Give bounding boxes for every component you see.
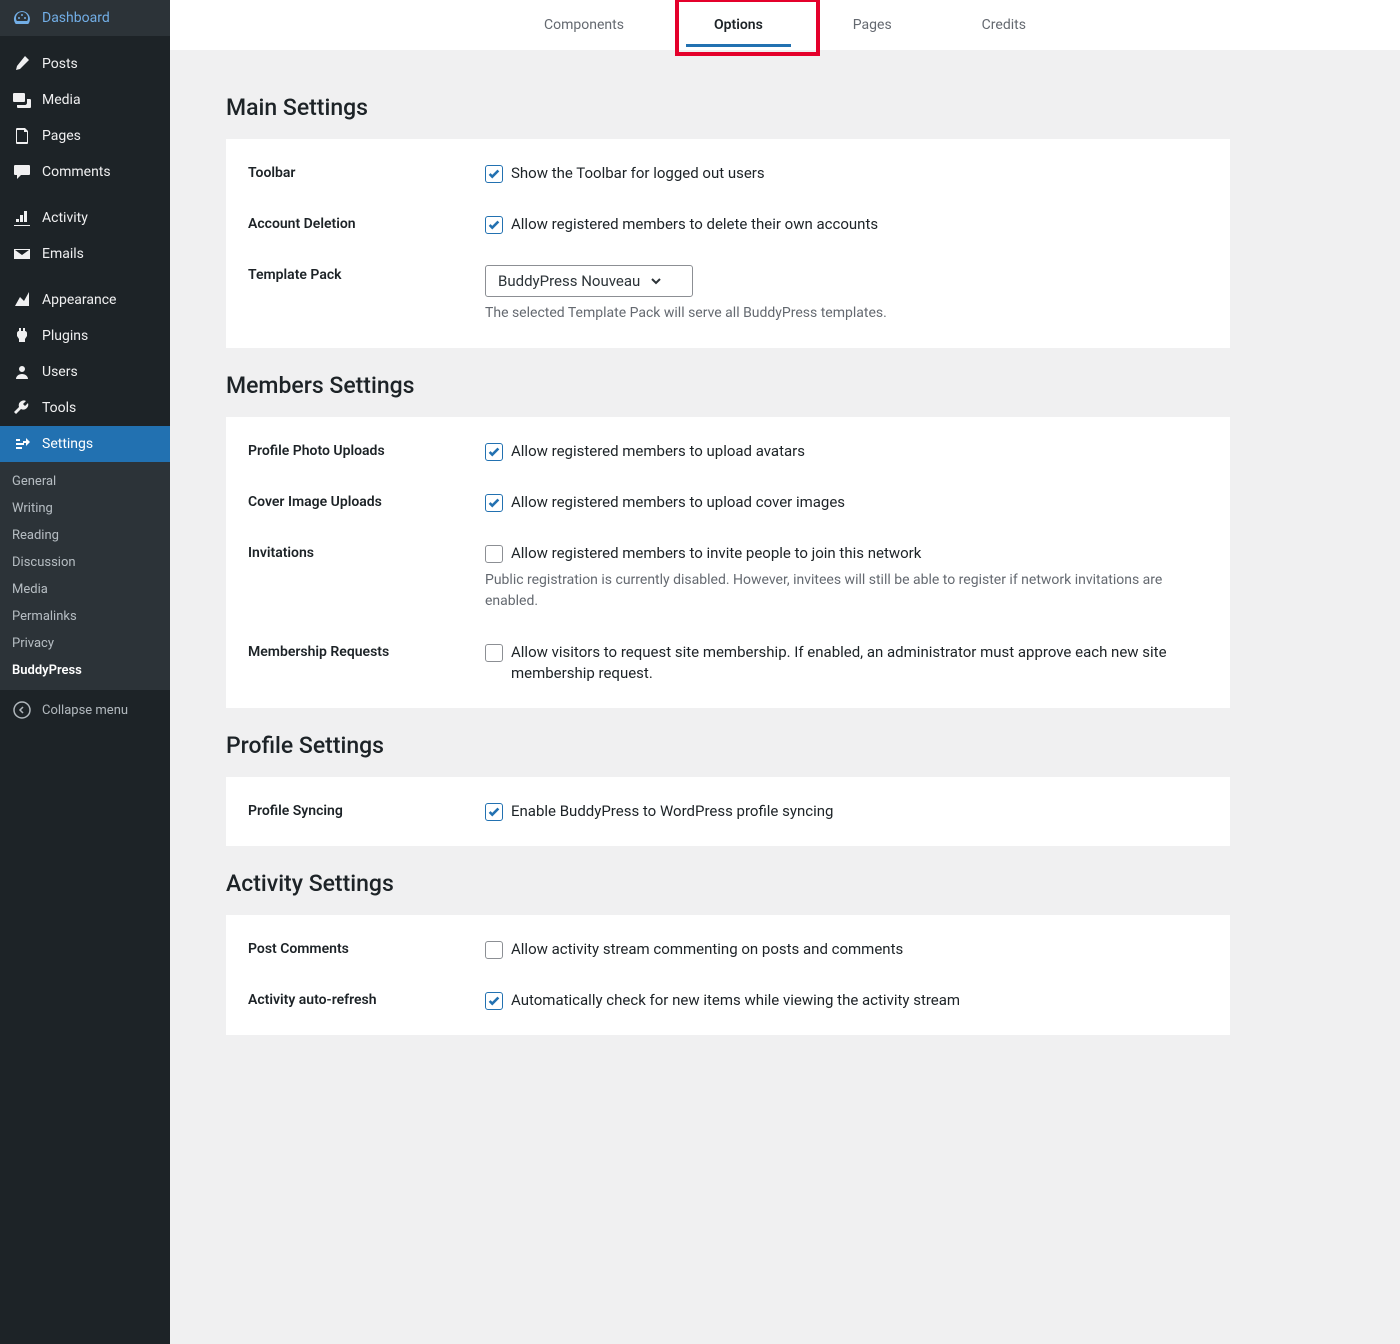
template-pack-selected: BuddyPress Nouveau bbox=[498, 272, 640, 290]
tab-pages[interactable]: Pages bbox=[853, 5, 892, 45]
tools-icon bbox=[12, 398, 32, 418]
profile-settings-card: Profile Syncing Enable BuddyPress to Wor… bbox=[226, 777, 1230, 846]
activity-icon bbox=[12, 208, 32, 228]
sub-item-media[interactable]: Media bbox=[0, 576, 170, 603]
invitations-desc: Public registration is currently disable… bbox=[485, 570, 1208, 612]
invitations-label: Invitations bbox=[248, 543, 485, 561]
main-content: Components Options Pages Credits Main Se… bbox=[170, 0, 1400, 1344]
members-settings-title: Members Settings bbox=[226, 372, 1230, 399]
membership-checkbox[interactable] bbox=[485, 644, 503, 662]
main-settings-card: Toolbar Show the Toolbar for logged out … bbox=[226, 139, 1230, 348]
sidebar-label: Media bbox=[42, 92, 81, 108]
membership-label: Membership Requests bbox=[248, 642, 485, 660]
account-deletion-label: Account Deletion bbox=[248, 214, 485, 232]
sidebar-item-comments[interactable]: Comments bbox=[0, 154, 170, 190]
post-comments-text: Allow activity stream commenting on post… bbox=[511, 939, 903, 960]
sub-item-general[interactable]: General bbox=[0, 468, 170, 495]
sub-item-buddypress[interactable]: BuddyPress bbox=[0, 657, 170, 684]
toolbar-label: Toolbar bbox=[248, 163, 485, 181]
template-pack-select[interactable]: BuddyPress Nouveau bbox=[485, 265, 693, 297]
sidebar-label: Dashboard bbox=[42, 10, 110, 26]
sub-item-permalinks[interactable]: Permalinks bbox=[0, 603, 170, 630]
sidebar-item-settings[interactable]: Settings bbox=[0, 426, 170, 462]
account-deletion-checkbox[interactable] bbox=[485, 216, 503, 234]
auto-refresh-text: Automatically check for new items while … bbox=[511, 990, 960, 1011]
toolbar-text: Show the Toolbar for logged out users bbox=[511, 163, 765, 184]
sidebar-label: Pages bbox=[42, 128, 81, 144]
sidebar-item-pages[interactable]: Pages bbox=[0, 118, 170, 154]
members-settings-card: Profile Photo Uploads Allow registered m… bbox=[226, 417, 1230, 708]
collapse-label: Collapse menu bbox=[42, 703, 128, 718]
template-pack-label: Template Pack bbox=[248, 265, 485, 283]
sidebar-item-appearance[interactable]: Appearance bbox=[0, 282, 170, 318]
users-icon bbox=[12, 362, 32, 382]
sidebar-label: Comments bbox=[42, 164, 111, 180]
profile-photo-text: Allow registered members to upload avata… bbox=[511, 441, 805, 462]
sidebar-label: Plugins bbox=[42, 328, 88, 344]
tab-credits[interactable]: Credits bbox=[982, 5, 1026, 45]
admin-sidebar: Dashboard Posts Media Pages Comments bbox=[0, 0, 170, 1344]
appearance-icon bbox=[12, 290, 32, 310]
activity-settings-title: Activity Settings bbox=[226, 870, 1230, 897]
sidebar-label: Settings bbox=[42, 436, 93, 452]
plugins-icon bbox=[12, 326, 32, 346]
main-settings-title: Main Settings bbox=[226, 94, 1230, 121]
sub-item-discussion[interactable]: Discussion bbox=[0, 549, 170, 576]
cover-image-checkbox[interactable] bbox=[485, 494, 503, 512]
tab-components[interactable]: Components bbox=[544, 5, 624, 45]
profile-syncing-checkbox[interactable] bbox=[485, 803, 503, 821]
sub-item-privacy[interactable]: Privacy bbox=[0, 630, 170, 657]
chevron-down-icon bbox=[648, 273, 664, 289]
comments-icon bbox=[12, 162, 32, 182]
invitations-text: Allow registered members to invite peopl… bbox=[511, 543, 921, 564]
profile-syncing-label: Profile Syncing bbox=[248, 801, 485, 819]
posts-icon bbox=[12, 54, 32, 74]
pages-icon bbox=[12, 126, 32, 146]
sub-item-writing[interactable]: Writing bbox=[0, 495, 170, 522]
settings-submenu: General Writing Reading Discussion Media… bbox=[0, 462, 170, 690]
auto-refresh-label: Activity auto-refresh bbox=[248, 990, 485, 1008]
post-comments-checkbox[interactable] bbox=[485, 941, 503, 959]
tab-options[interactable]: Options bbox=[714, 5, 763, 45]
collapse-icon bbox=[12, 700, 32, 720]
cover-image-label: Cover Image Uploads bbox=[248, 492, 485, 510]
template-pack-desc: The selected Template Pack will serve al… bbox=[485, 303, 1208, 324]
sidebar-item-emails[interactable]: Emails bbox=[0, 236, 170, 272]
toolbar-checkbox[interactable] bbox=[485, 165, 503, 183]
sidebar-label: Tools bbox=[42, 400, 76, 416]
invitations-checkbox[interactable] bbox=[485, 545, 503, 563]
membership-text: Allow visitors to request site membershi… bbox=[511, 642, 1208, 684]
sidebar-item-activity[interactable]: Activity bbox=[0, 200, 170, 236]
cover-image-text: Allow registered members to upload cover… bbox=[511, 492, 845, 513]
collapse-menu[interactable]: Collapse menu bbox=[0, 690, 170, 730]
sidebar-label: Emails bbox=[42, 246, 84, 262]
post-comments-label: Post Comments bbox=[248, 939, 485, 957]
tab-bar: Components Options Pages Credits bbox=[170, 0, 1400, 50]
dashboard-icon bbox=[12, 8, 32, 28]
account-deletion-text: Allow registered members to delete their… bbox=[511, 214, 878, 235]
profile-syncing-text: Enable BuddyPress to WordPress profile s… bbox=[511, 801, 833, 822]
settings-icon bbox=[12, 434, 32, 454]
sidebar-item-tools[interactable]: Tools bbox=[0, 390, 170, 426]
sidebar-item-media[interactable]: Media bbox=[0, 82, 170, 118]
auto-refresh-checkbox[interactable] bbox=[485, 992, 503, 1010]
profile-photo-label: Profile Photo Uploads bbox=[248, 441, 485, 459]
sidebar-label: Users bbox=[42, 364, 78, 380]
activity-settings-card: Post Comments Allow activity stream comm… bbox=[226, 915, 1230, 1035]
sidebar-item-dashboard[interactable]: Dashboard bbox=[0, 0, 170, 36]
media-icon bbox=[12, 90, 32, 110]
sidebar-item-users[interactable]: Users bbox=[0, 354, 170, 390]
sidebar-label: Activity bbox=[42, 210, 88, 226]
sidebar-label: Posts bbox=[42, 56, 78, 72]
sidebar-item-plugins[interactable]: Plugins bbox=[0, 318, 170, 354]
emails-icon bbox=[12, 244, 32, 264]
sidebar-label: Appearance bbox=[42, 292, 116, 308]
profile-settings-title: Profile Settings bbox=[226, 732, 1230, 759]
sidebar-item-posts[interactable]: Posts bbox=[0, 46, 170, 82]
sub-item-reading[interactable]: Reading bbox=[0, 522, 170, 549]
profile-photo-checkbox[interactable] bbox=[485, 443, 503, 461]
